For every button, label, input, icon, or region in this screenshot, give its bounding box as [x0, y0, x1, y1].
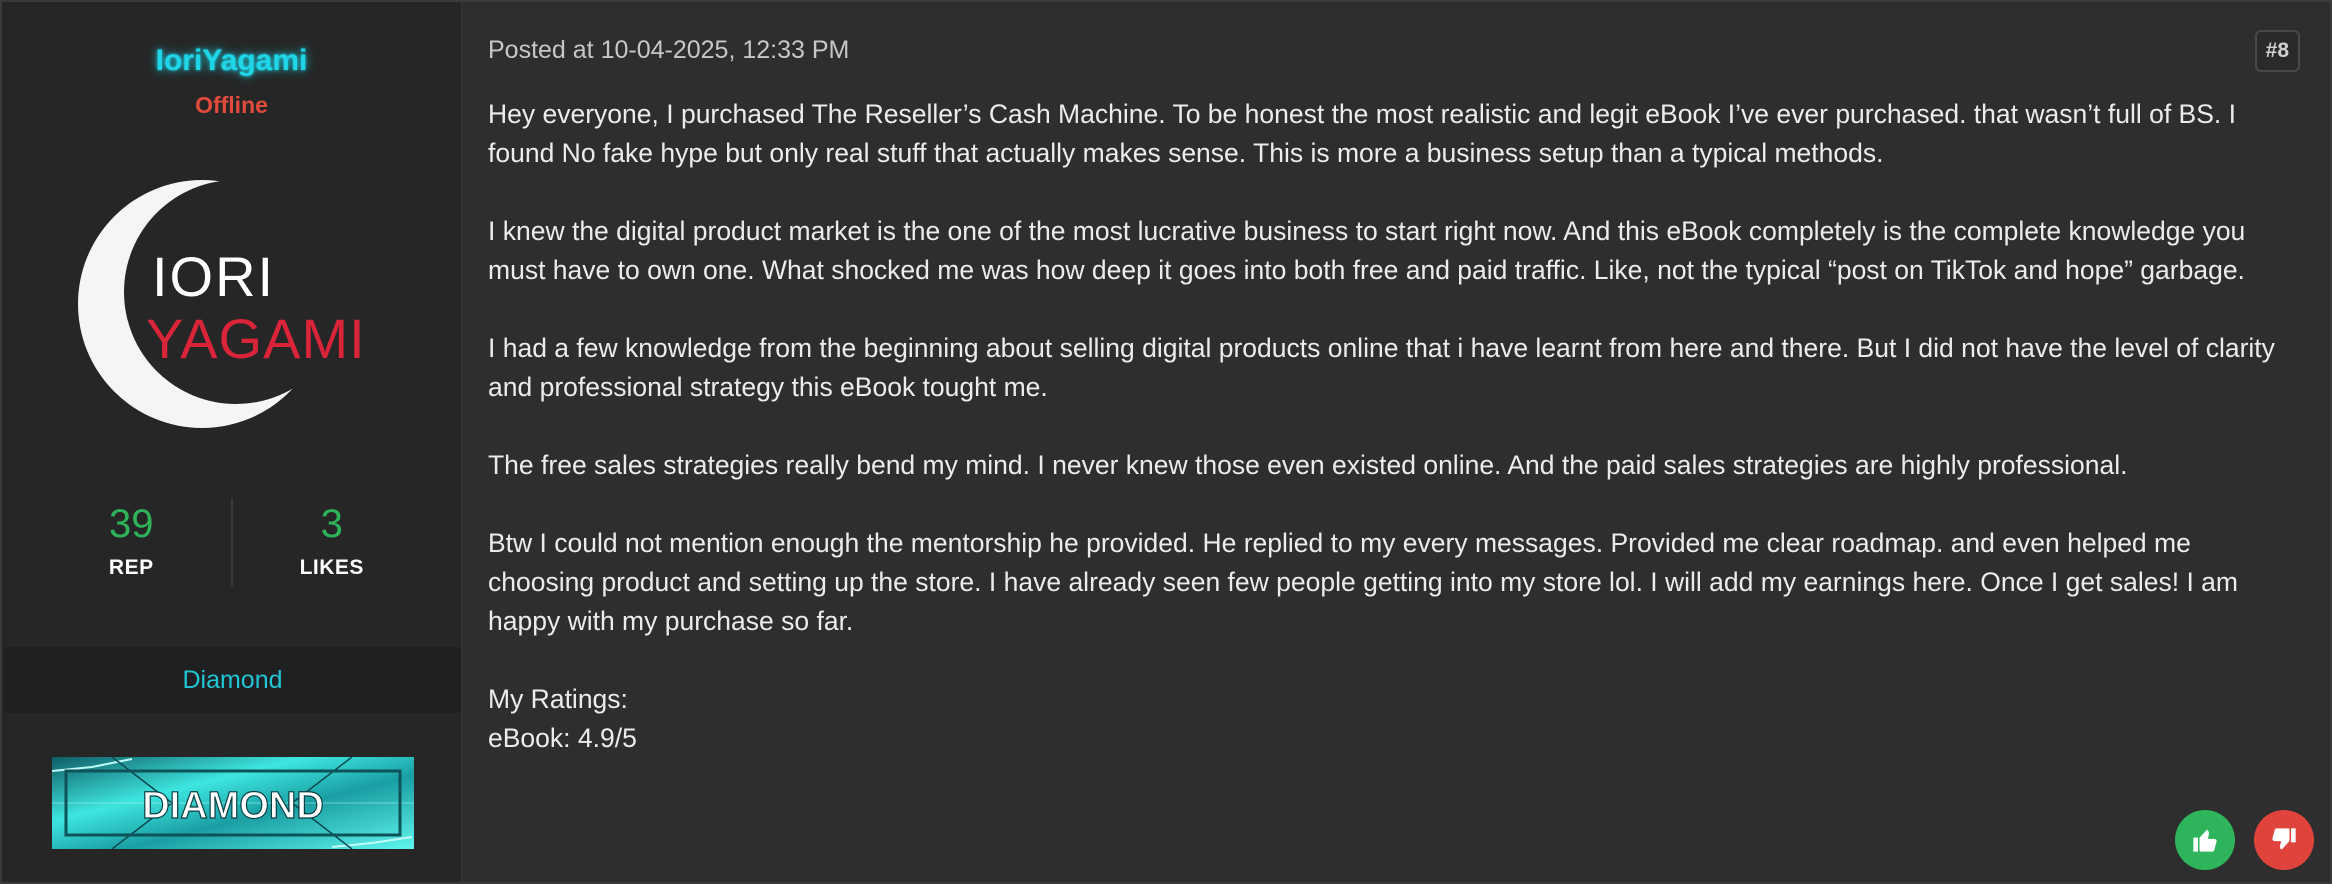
post-number-link[interactable]: #8	[2254, 30, 2300, 72]
likes-stat[interactable]: 3 LIKES	[233, 498, 432, 590]
reputation-stat[interactable]: 39 REP	[32, 498, 231, 590]
thumbs-down-icon	[2272, 828, 2296, 850]
ebook-rating: eBook: 4.9/5	[488, 723, 637, 753]
post-content: Posted at 10-04-2025, 12:33 PM #8 Hey ev…	[462, 2, 2330, 882]
avatar-logo-line2: YAGAMI	[146, 307, 366, 370]
post-message: Hey everyone, I purchased The Reseller’s…	[488, 95, 2288, 758]
ratings-heading: My Ratings:	[488, 684, 628, 714]
post-paragraph: I had a few knowledge from the beginning…	[488, 333, 2275, 402]
post-paragraph: Hey everyone, I purchased The Reseller’s…	[488, 99, 2236, 168]
thumbs-up-icon	[2193, 829, 2217, 852]
avatar-image: IORI YAGAMI	[78, 180, 366, 428]
dislike-button[interactable]	[2254, 810, 2314, 870]
avatar-logo-line1: IORI	[152, 245, 275, 308]
diamond-badge-image: DIAMOND	[52, 757, 414, 849]
reputation-label: REP	[108, 556, 154, 579]
user-rank: Diamond	[182, 665, 283, 694]
online-status: Offline	[195, 92, 268, 118]
like-button[interactable]	[2175, 810, 2235, 870]
user-sidebar: IoriYagami Offline IORI YAGAMI 39 REP 3 …	[2, 2, 462, 882]
likes-label: LIKES	[299, 556, 364, 579]
forum-post: IoriYagami Offline IORI YAGAMI 39 REP 3 …	[0, 0, 2332, 884]
post-date: Posted at 10-04-2025, 12:33 PM	[488, 36, 850, 64]
likes-value: 3	[320, 502, 343, 546]
user-rank-bar: Diamond	[4, 647, 461, 713]
avatar[interactable]: IORI YAGAMI	[74, 174, 384, 434]
username-link[interactable]: IoriYagami	[2, 44, 461, 78]
badge-text: DIAMOND	[142, 785, 324, 827]
reputation-value: 39	[109, 502, 154, 546]
rank-badge: DIAMOND	[52, 757, 414, 849]
post-paragraph: I knew the digital product market is the…	[488, 216, 2246, 285]
post-paragraph: The free sales strategies really bend my…	[488, 450, 2128, 480]
user-stats: 39 REP 3 LIKES	[32, 498, 431, 590]
post-paragraph: Btw I could not mention enough the mento…	[488, 528, 2238, 636]
